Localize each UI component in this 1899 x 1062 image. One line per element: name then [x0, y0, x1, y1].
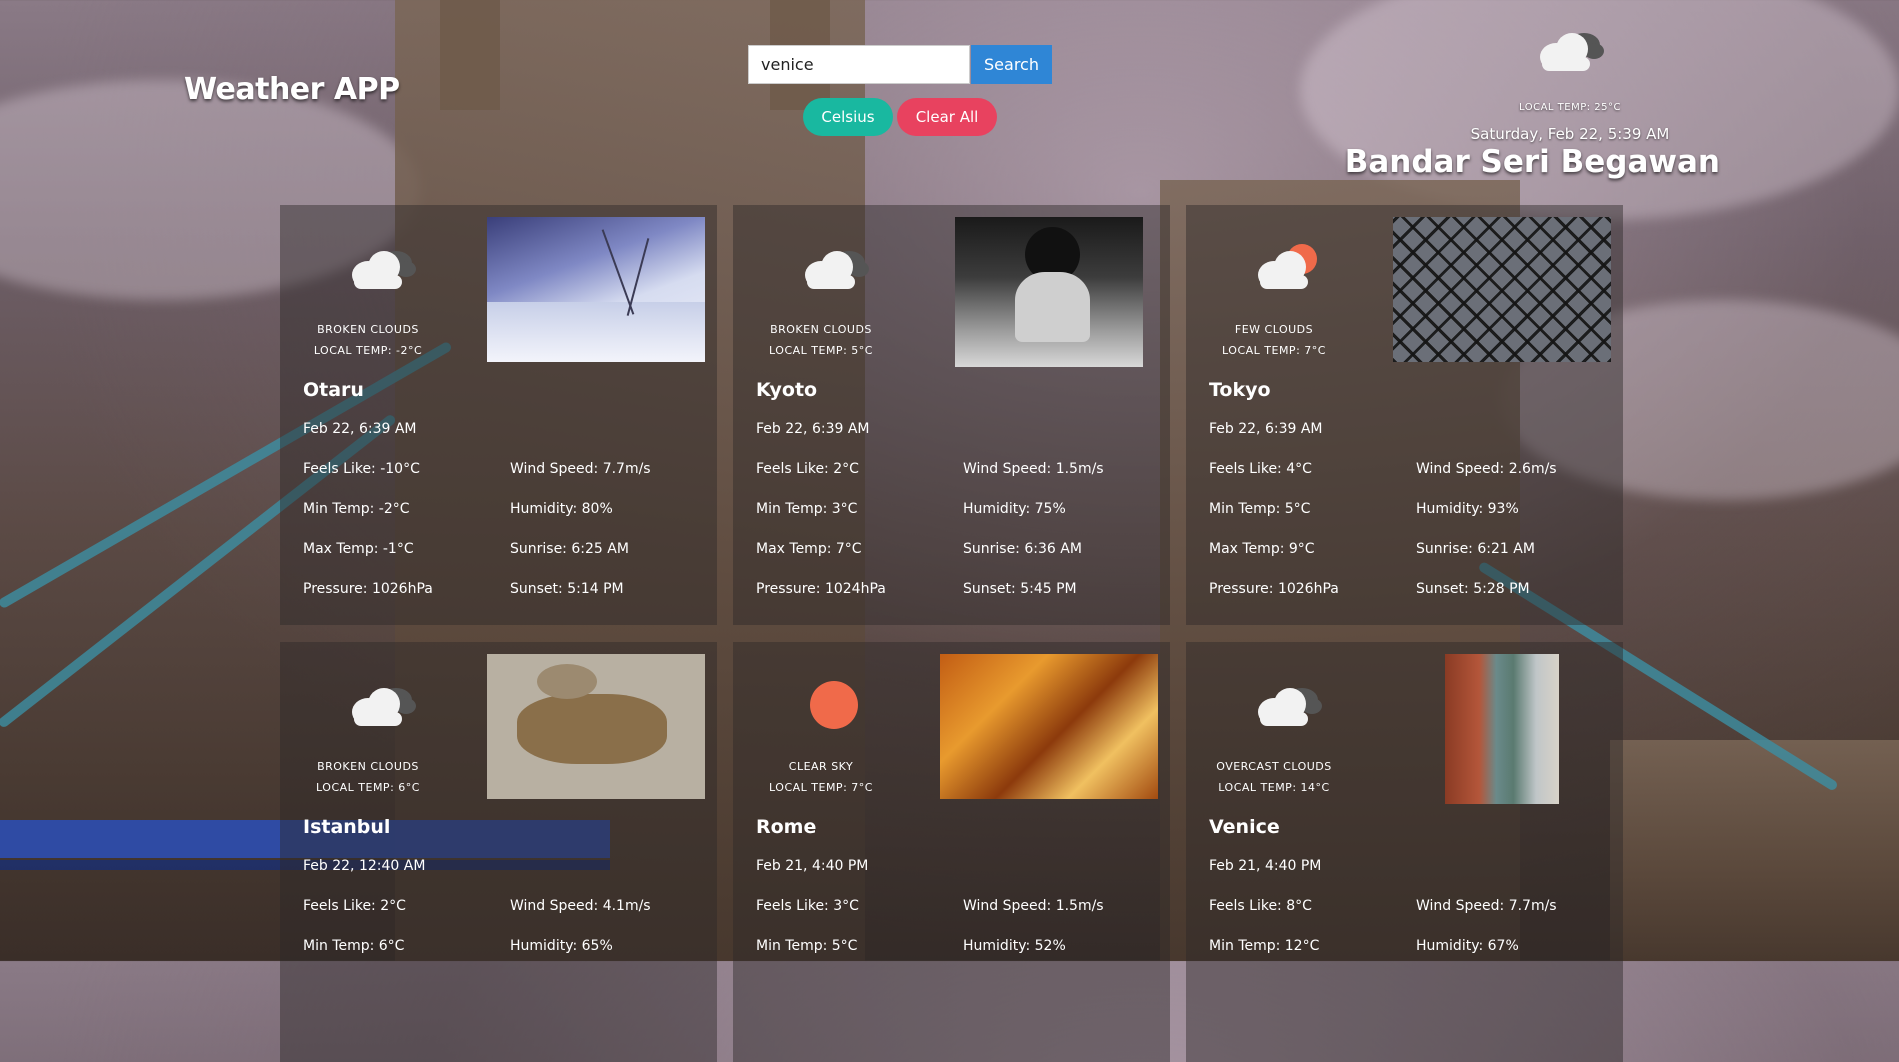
wind-speed: Wind Speed: 1.5m/s	[963, 898, 1104, 914]
few-clouds-icon	[1250, 243, 1317, 293]
feels-like: Feels Like: 8°C	[1209, 898, 1312, 914]
sunrise: Sunrise: 6:25 AM	[510, 541, 629, 557]
overcast-clouds-icon	[1250, 680, 1322, 730]
app-title: Weather APP	[184, 72, 400, 107]
sunset: Sunset: 5:28 PM	[1416, 581, 1530, 597]
min-temp: Min Temp: 6°C	[303, 938, 405, 954]
celsius-toggle-button[interactable]: Celsius	[803, 98, 893, 136]
card-city: Otaru	[303, 379, 364, 401]
feels-like: Feels Like: 4°C	[1209, 461, 1312, 477]
feels-like: Feels Like: -10°C	[303, 461, 420, 477]
card-date: Feb 21, 4:40 PM	[756, 858, 869, 874]
local-city: Bandar Seri Begawan	[1344, 144, 1720, 180]
min-temp: Min Temp: -2°C	[303, 501, 410, 517]
pressure: Pressure: 1026hPa	[1209, 581, 1339, 597]
card-city: Rome	[756, 816, 817, 838]
weather-description: FEW CLOUDS	[1234, 323, 1314, 336]
card-city: Tokyo	[1209, 379, 1271, 401]
pressure: Pressure: 1024hPa	[756, 581, 886, 597]
humidity: Humidity: 52%	[963, 938, 1066, 954]
card-date: Feb 21, 4:40 PM	[1209, 858, 1322, 874]
marble-texture-photo	[940, 654, 1158, 799]
wind-speed: Wind Speed: 2.6m/s	[1416, 461, 1557, 477]
max-temp: Max Temp: -1°C	[303, 541, 414, 557]
humidity: Humidity: 75%	[963, 501, 1066, 517]
mosaic-griffin-photo	[487, 654, 705, 799]
feels-like: Feels Like: 2°C	[303, 898, 406, 914]
broken-clouds-icon	[344, 243, 416, 293]
weather-card: FEW CLOUDS LOCAL TEMP: 7°C Tokyo Feb 22,…	[1186, 205, 1623, 625]
sunrise: Sunrise: 6:21 AM	[1416, 541, 1535, 557]
card-date: Feb 22, 6:39 AM	[303, 421, 417, 437]
broken-clouds-icon	[797, 243, 869, 293]
weather-card: OVERCAST CLOUDS LOCAL TEMP: 14°C Venice …	[1186, 642, 1623, 1062]
weather-description: CLEAR SKY	[788, 760, 854, 773]
weather-card: BROKEN CLOUDS LOCAL TEMP: 6°C Istanbul F…	[280, 642, 717, 1062]
search-button[interactable]: Search	[971, 45, 1052, 84]
venice-canal-photo	[1445, 654, 1559, 804]
snowy-landscape-photo	[487, 217, 705, 362]
max-temp: Max Temp: 9°C	[1209, 541, 1315, 557]
card-local-temp: LOCAL TEMP: -2°C	[313, 344, 423, 357]
card-date: Feb 22, 6:39 AM	[1209, 421, 1323, 437]
card-local-temp: LOCAL TEMP: 14°C	[1218, 781, 1330, 794]
weather-description: BROKEN CLOUDS	[317, 760, 419, 773]
wind-speed: Wind Speed: 7.7m/s	[1416, 898, 1557, 914]
weather-card: CLEAR SKY LOCAL TEMP: 7°C Rome Feb 21, 4…	[733, 642, 1170, 1062]
humidity: Humidity: 93%	[1416, 501, 1519, 517]
card-local-temp: LOCAL TEMP: 6°C	[316, 781, 420, 794]
card-city: Kyoto	[756, 379, 818, 401]
feels-like: Feels Like: 3°C	[756, 898, 859, 914]
min-temp: Min Temp: 5°C	[756, 938, 858, 954]
humidity: Humidity: 67%	[1416, 938, 1519, 954]
min-temp: Min Temp: 12°C	[1209, 938, 1320, 954]
humidity: Humidity: 80%	[510, 501, 613, 517]
search-input[interactable]	[748, 45, 970, 84]
feels-like: Feels Like: 2°C	[756, 461, 859, 477]
clear-all-button[interactable]: Clear All	[897, 98, 997, 136]
wind-speed: Wind Speed: 1.5m/s	[963, 461, 1104, 477]
weather-description: BROKEN CLOUDS	[317, 323, 419, 336]
card-local-temp: LOCAL TEMP: 7°C	[1222, 344, 1326, 357]
sunset: Sunset: 5:45 PM	[963, 581, 1077, 597]
weather-card: BROKEN CLOUDS LOCAL TEMP: 5°C Kyoto Feb …	[733, 205, 1170, 625]
sunrise: Sunrise: 6:36 AM	[963, 541, 1082, 557]
glass-roof-photo	[1393, 217, 1611, 362]
local-temp: LOCAL TEMP: 25°C	[1519, 102, 1621, 113]
weather-card: BROKEN CLOUDS LOCAL TEMP: -2°C Otaru Feb…	[280, 205, 717, 625]
min-temp: Min Temp: 5°C	[1209, 501, 1311, 517]
weather-description: BROKEN CLOUDS	[770, 323, 872, 336]
humidity: Humidity: 65%	[510, 938, 613, 954]
card-local-temp: LOCAL TEMP: 7°C	[769, 781, 873, 794]
pressure: Pressure: 1026hPa	[303, 581, 433, 597]
min-temp: Min Temp: 3°C	[756, 501, 858, 517]
card-date: Feb 22, 6:39 AM	[756, 421, 870, 437]
sunset: Sunset: 5:14 PM	[510, 581, 624, 597]
card-date: Feb 22, 12:40 AM	[303, 858, 426, 874]
weather-description: OVERCAST CLOUDS	[1216, 760, 1332, 773]
broken-clouds-icon	[344, 680, 416, 730]
card-city: Venice	[1209, 816, 1280, 838]
card-city: Istanbul	[303, 816, 391, 838]
broken-clouds-icon	[1532, 25, 1606, 75]
local-datetime: Saturday, Feb 22, 5:39 AM	[1470, 125, 1670, 143]
card-local-temp: LOCAL TEMP: 5°C	[769, 344, 873, 357]
geisha-photo	[955, 217, 1143, 367]
wind-speed: Wind Speed: 7.7m/s	[510, 461, 651, 477]
clear-sky-sun-icon	[797, 680, 861, 730]
max-temp: Max Temp: 7°C	[756, 541, 862, 557]
wind-speed: Wind Speed: 4.1m/s	[510, 898, 651, 914]
